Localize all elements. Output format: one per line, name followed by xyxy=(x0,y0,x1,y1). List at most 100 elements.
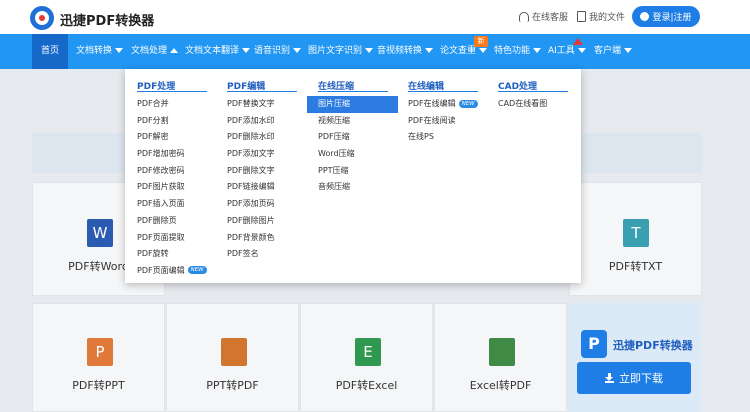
menu-item-label: PDF在线编辑 xyxy=(408,99,456,108)
chevron-down-icon xyxy=(577,48,586,53)
column-title: CAD处理 xyxy=(498,79,568,92)
menu-item[interactable]: PDF图片获取 xyxy=(137,179,207,196)
nav-item-ocr[interactable]: 图片文字识别 xyxy=(308,34,374,69)
menu-item[interactable]: PDF旋转 xyxy=(137,246,207,263)
menu-item[interactable]: PDF分割 xyxy=(137,113,207,130)
txt-icon: T xyxy=(623,219,649,247)
download-icon xyxy=(605,373,614,383)
chevron-down-icon xyxy=(115,48,124,53)
tool-card-excel-to-pdf[interactable]: Excel转PDF xyxy=(434,303,567,412)
column-title: PDF处理 xyxy=(137,79,207,92)
brand-logo-icon[interactable] xyxy=(30,6,54,30)
column-title: 在线压缩 xyxy=(318,79,388,92)
menu-item[interactable]: PDF背景颜色 xyxy=(227,230,297,247)
ppt-to-pdf-icon xyxy=(221,338,247,366)
nav-label: 首页 xyxy=(40,46,59,56)
menu-item[interactable]: PPT压缩 xyxy=(318,163,398,180)
nav-label: 文档处理 xyxy=(131,46,168,56)
nav-label: 客户端 xyxy=(594,46,622,56)
menu-item[interactable]: Word压缩 xyxy=(318,146,398,163)
card-label: PDF转PPT xyxy=(72,379,125,392)
menu-item[interactable]: CAD在线看图 xyxy=(498,96,568,113)
download-button[interactable]: 立即下载 xyxy=(577,362,691,394)
nav-item-features[interactable]: 特色功能 xyxy=(494,34,542,69)
nav-label: 音视频转换 xyxy=(377,46,423,56)
menu-item-label: PDF页面编辑 xyxy=(137,265,185,275)
excel-to-pdf-icon xyxy=(489,338,515,366)
menu-item-pdf-online-edit[interactable]: PDF在线编辑 NEW xyxy=(408,96,478,113)
login-register-button[interactable]: 登录|注册 xyxy=(632,6,700,27)
app-logo-icon: P xyxy=(581,330,607,358)
chevron-down-icon xyxy=(479,48,488,53)
menu-item[interactable]: 音频压缩 xyxy=(318,179,398,196)
customer-service-link[interactable]: 在线客服 xyxy=(519,10,568,23)
menu-item[interactable]: PDF解密 xyxy=(137,129,207,146)
tool-card-pdf-to-excel[interactable]: E PDF转Excel xyxy=(300,303,433,412)
menu-item[interactable]: PDF修改密码 xyxy=(137,163,207,180)
chevron-up-icon xyxy=(170,48,179,53)
menu-item[interactable]: 在线PS xyxy=(408,129,478,146)
my-files-link[interactable]: 我的文件 xyxy=(577,10,625,23)
main-nav: 首页 文档转换 文档处理 文档文本翻译 语音识别 图片文字识别 音视频转换 论文… xyxy=(0,34,750,69)
headset-icon xyxy=(519,11,529,22)
new-badge: 新 xyxy=(474,36,488,47)
card-label: PDF转TXT xyxy=(608,260,663,273)
menu-item-selected[interactable]: 图片压缩 xyxy=(307,96,398,113)
nav-label: 文档转换 xyxy=(76,46,113,56)
nav-item-doc-process[interactable]: 文档处理 xyxy=(131,34,179,69)
my-files-label: 我的文件 xyxy=(589,13,626,23)
nav-item-ai-tools[interactable]: AI工具 xyxy=(548,34,586,69)
dropdown-column-pdf-process: PDF处理 PDF合并 PDF分割 PDF解密 PDF增加密码 PDF修改密码 … xyxy=(137,79,207,280)
menu-item[interactable]: PDF增加密码 xyxy=(137,146,207,163)
login-register-label: 登录|注册 xyxy=(652,13,692,23)
menu-item[interactable]: PDF删除图片 xyxy=(227,213,297,230)
doc-process-dropdown: PDF处理 PDF合并 PDF分割 PDF解密 PDF增加密码 PDF修改密码 … xyxy=(125,69,581,283)
menu-item-pdf-page-edit[interactable]: PDF页面编辑 NEW xyxy=(137,263,207,280)
card-label: PDF转Excel xyxy=(335,379,398,392)
nav-item-av-convert[interactable]: 音视频转换 xyxy=(377,34,434,69)
menu-item[interactable]: 视频压缩 xyxy=(318,113,398,130)
nav-label: 论文查重 xyxy=(440,46,477,56)
menu-item[interactable]: PDF替换文字 xyxy=(227,96,297,113)
promo-title: 迅捷PDF转换器 xyxy=(613,339,693,352)
menu-item[interactable]: PDF页面提取 xyxy=(137,230,207,247)
chevron-down-icon xyxy=(425,48,434,53)
dropdown-column-pdf-edit: PDF编辑 PDF替换文字 PDF添加水印 PDF删除水印 PDF添加文字 PD… xyxy=(227,79,297,263)
menu-item[interactable]: PDF删除页 xyxy=(137,213,207,230)
menu-item[interactable]: PDF签名 xyxy=(227,246,297,263)
tool-card-pdf-to-txt[interactable]: T PDF转TXT xyxy=(569,182,702,296)
nav-item-doc-convert[interactable]: 文档转换 xyxy=(76,34,124,69)
excel-icon: E xyxy=(355,338,381,366)
ppt-icon: P xyxy=(87,338,113,366)
top-header: 迅捷PDF转换器 在线客服 我的文件 登录|注册 xyxy=(0,0,750,34)
new-tag: NEW xyxy=(187,266,207,275)
dropdown-column-online-edit: 在线编辑 PDF在线编辑 NEW PDF在线阅读 在线PS xyxy=(408,79,478,146)
menu-item[interactable]: PDF合并 xyxy=(137,96,207,113)
tool-card-ppt-to-pdf[interactable]: PPT转PDF xyxy=(166,303,299,412)
tool-card-pdf-to-ppt[interactable]: P PDF转PPT xyxy=(32,303,165,412)
menu-item[interactable]: PDF删除水印 xyxy=(227,129,297,146)
menu-item[interactable]: PDF添加文字 xyxy=(227,146,297,163)
menu-item[interactable]: PDF插入页面 xyxy=(137,196,207,213)
brand-name[interactable]: 迅捷PDF转换器 xyxy=(60,10,154,29)
menu-item[interactable]: PDF添加水印 xyxy=(227,113,297,130)
file-icon xyxy=(577,11,586,22)
chevron-down-icon xyxy=(242,48,251,53)
chevron-down-icon xyxy=(293,48,302,53)
nav-item-speech[interactable]: 语音识别 xyxy=(254,34,302,69)
menu-item[interactable]: PDF添加页码 xyxy=(227,196,297,213)
word-icon: W xyxy=(87,219,113,247)
card-label: Excel转PDF xyxy=(469,379,532,392)
menu-item[interactable]: PDF压缩 xyxy=(318,129,398,146)
dropdown-column-online-compress: 在线压缩 图片压缩 视频压缩 PDF压缩 Word压缩 PPT压缩 音频压缩 xyxy=(307,79,398,196)
nav-item-client[interactable]: 客户端 xyxy=(594,34,633,69)
chevron-down-icon xyxy=(365,48,374,53)
nav-item-home[interactable]: 首页 xyxy=(32,34,68,69)
menu-item[interactable]: PDF在线阅读 xyxy=(408,113,478,130)
nav-item-translate[interactable]: 文档文本翻译 xyxy=(185,34,251,69)
column-title: PDF编辑 xyxy=(227,79,297,92)
menu-item[interactable]: PDF链接编辑 xyxy=(227,179,297,196)
nav-label: 文档文本翻译 xyxy=(185,46,240,56)
menu-item[interactable]: PDF删除文字 xyxy=(227,163,297,180)
user-icon xyxy=(640,12,650,21)
